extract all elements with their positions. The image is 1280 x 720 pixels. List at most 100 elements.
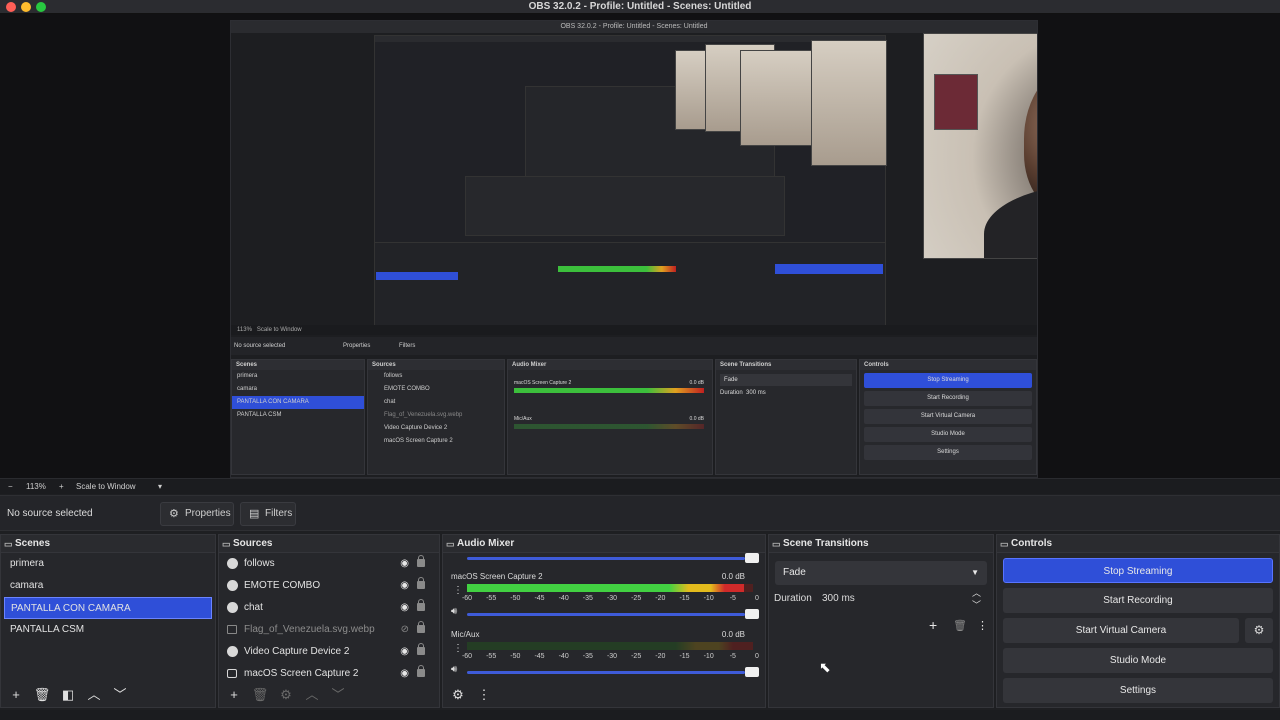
mixer-channel-name: Mic/Aux	[451, 630, 480, 639]
zoom-out-button[interactable]: −	[8, 479, 13, 495]
slider-handle[interactable]	[745, 667, 759, 677]
source-name: Flag_of_Venezuela.svg.webp	[244, 624, 375, 635]
settings-button[interactable]: Settings	[1003, 678, 1273, 703]
sources-title: Sources	[233, 538, 273, 549]
move-up-icon[interactable]: ︿	[83, 685, 105, 705]
move-down-icon[interactable]: ﹀	[109, 685, 131, 705]
zoom-level: 113%	[26, 482, 46, 491]
studio-mode-button[interactable]: Studio Mode	[1003, 648, 1273, 673]
scale-mode-label[interactable]: Scale to Window	[76, 479, 136, 495]
channel-volume-slider[interactable]	[467, 609, 759, 619]
chevron-down-icon[interactable]: ▾	[158, 479, 162, 495]
no-source-label: No source selected	[7, 508, 93, 519]
meter-tick-label: -20	[655, 653, 666, 660]
nested-scale-label: Scale to Window	[256, 327, 302, 333]
lock-icon[interactable]	[417, 555, 425, 567]
lock-icon[interactable]	[417, 621, 425, 633]
duration-spinbox[interactable]: 300 ms ︿ ﹀	[819, 587, 987, 611]
meter-ticks: -60 -55 -50 -45 -40 -35 -30 -25 -20 -15 -10 -5 0	[462, 595, 759, 605]
source-item-emote-combo[interactable]: EMOTE COMBO ◉	[219, 575, 439, 597]
eye-icon[interactable]: ◉	[400, 663, 409, 685]
lock-icon[interactable]	[417, 577, 425, 589]
preview-source-display: OBS 32.0.2 - Profile: Untitled - Scenes:…	[230, 20, 1038, 478]
nested-mixer-header: Audio Mixer	[508, 360, 712, 370]
meter-tick-label: -40	[558, 653, 569, 660]
move-up-icon[interactable]: ︿	[301, 685, 323, 705]
speaker-icon[interactable]: 🔊︎	[451, 606, 457, 617]
scene-item-pantalla-csm[interactable]: PANTALLA CSM	[1, 619, 215, 641]
mixer-channel-db: 0.0 dB	[721, 572, 745, 581]
sources-dock-header: ▭ Sources	[219, 535, 439, 553]
trash-icon[interactable]: 🗑︎	[953, 619, 967, 632]
mouse-cursor: ⬉	[819, 659, 831, 675]
controls-dock: ▭ Controls Stop Streaming Start Recordin…	[996, 534, 1280, 708]
nested-control-button: Start Recording	[864, 391, 1032, 406]
nested-mixer-ch2-db: 0.0 dB	[689, 416, 704, 422]
mixer-menu-icon[interactable]: ⋮	[473, 685, 495, 705]
filters-label: Filters	[265, 508, 293, 519]
channel-volume-slider[interactable]	[467, 667, 759, 677]
window-titlebar: OBS 32.0.2 - Profile: Untitled - Scenes:…	[0, 0, 1280, 14]
eye-icon[interactable]: ◉	[400, 597, 409, 619]
speaker-icon[interactable]: 🔊︎	[451, 664, 457, 675]
audio-mixer-header: ▭ Audio Mixer	[443, 535, 765, 553]
nested-source-item: chat	[384, 399, 396, 405]
sources-footer: + 🗑︎ ⚙ ︿ ﹀	[219, 683, 439, 707]
duration-label: Duration	[774, 593, 812, 604]
chevron-down-icon[interactable]: ﹀	[972, 593, 981, 617]
eye-icon[interactable]: ◉	[400, 575, 409, 597]
slider-handle[interactable]	[745, 609, 759, 619]
nested-transition-select: Fade	[720, 374, 852, 386]
scene-filters-icon[interactable]: ◧	[57, 685, 79, 705]
meter-tick-label: -55	[486, 595, 497, 602]
start-recording-button[interactable]: Start Recording	[1003, 588, 1273, 613]
eye-hidden-icon[interactable]: ⊘	[401, 619, 409, 641]
gear-icon: ⚙	[169, 508, 179, 520]
scenes-footer: + 🗑︎ ◧ ︿ ﹀	[1, 683, 215, 707]
source-item-video-capture[interactable]: Video Capture Device 2 ◉	[219, 641, 439, 663]
stop-streaming-button[interactable]: Stop Streaming	[1003, 558, 1273, 583]
add-source-button[interactable]: +	[223, 685, 245, 705]
eye-icon[interactable]: ◉	[400, 553, 409, 575]
webcam-capture	[923, 33, 1037, 259]
nested-transitions-header: Scene Transitions	[716, 360, 856, 370]
lock-icon[interactable]	[417, 599, 425, 611]
source-item-follows[interactable]: follows ◉	[219, 553, 439, 575]
sources-dock: ▭ Sources follows ◉ EMOTE COMBO ◉ chat ◉…	[218, 534, 440, 708]
lock-icon[interactable]	[417, 665, 425, 677]
master-volume-slider[interactable]	[467, 553, 759, 563]
meter-tick-label: -15	[679, 595, 690, 602]
meter-tick-label: 0	[755, 595, 759, 602]
gear-icon[interactable]: ⚙	[275, 685, 297, 705]
source-item-screen-capture[interactable]: macOS Screen Capture 2 ◉	[219, 663, 439, 685]
transition-select[interactable]: Fade ▼	[775, 561, 987, 585]
transition-menu-icon[interactable]: ⋮	[977, 619, 988, 632]
eye-icon[interactable]: ◉	[400, 641, 409, 663]
scene-item-pantalla-con-camara[interactable]: PANTALLA CON CAMARA	[4, 597, 212, 619]
trash-icon[interactable]: 🗑︎	[249, 685, 271, 705]
source-name: Video Capture Device 2	[244, 646, 350, 657]
advanced-audio-icon[interactable]: ⚙	[447, 685, 469, 705]
properties-button[interactable]: ⚙ Properties	[160, 502, 234, 526]
scene-item-camara[interactable]: camara	[1, 575, 215, 597]
slider-handle[interactable]	[745, 553, 759, 563]
duration-value: 300 ms	[822, 593, 855, 604]
source-item-flag[interactable]: Flag_of_Venezuela.svg.webp ⊘	[219, 619, 439, 641]
zoom-in-button[interactable]: +	[59, 479, 64, 495]
nested-scene-item: PANTALLA CSM	[237, 412, 282, 418]
add-scene-button[interactable]: +	[5, 685, 27, 705]
filters-button[interactable]: ▤ Filters	[240, 502, 296, 526]
trash-icon[interactable]: 🗑︎	[31, 685, 53, 705]
dock-icon: ▭	[446, 539, 455, 549]
meter-tick-label: -30	[606, 595, 618, 602]
source-item-chat[interactable]: chat ◉	[219, 597, 439, 619]
add-transition-button[interactable]: +	[929, 617, 937, 633]
move-down-icon[interactable]: ﹀	[327, 685, 349, 705]
globe-icon	[227, 558, 238, 569]
properties-label: Properties	[185, 508, 231, 519]
gear-icon[interactable]: ⚙	[1245, 618, 1273, 643]
lock-icon[interactable]	[417, 643, 425, 655]
scene-item-primera[interactable]: primera	[1, 553, 215, 575]
start-virtual-camera-button[interactable]: Start Virtual Camera	[1003, 618, 1239, 643]
preview-canvas[interactable]: OBS 32.0.2 - Profile: Untitled - Scenes:…	[0, 14, 1280, 478]
